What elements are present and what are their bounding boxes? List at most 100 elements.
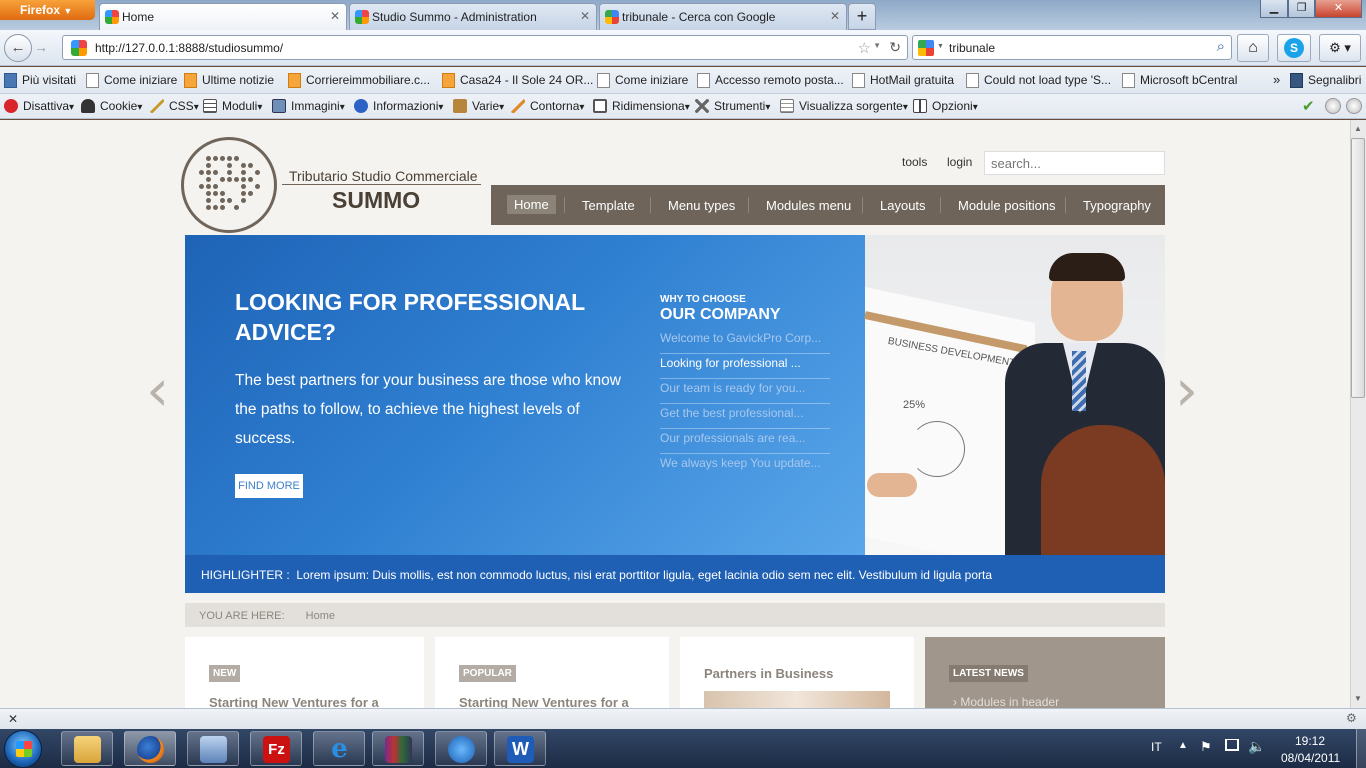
close-window-button[interactable]: ✕: [1315, 0, 1362, 18]
tab-google-search[interactable]: tribunale - Cerca con Google ✕: [599, 3, 847, 30]
bookmark-item[interactable]: Ultime notizie: [184, 73, 274, 89]
menu-item-menu-types[interactable]: Menu types: [668, 198, 735, 213]
reload-icon[interactable]: ↻: [889, 39, 901, 56]
person-hair: [1049, 253, 1125, 281]
slide-link[interactable]: Get the best professional...: [660, 404, 830, 429]
tab-administration[interactable]: Studio Summo - Administration ✕: [349, 3, 597, 30]
taskbar-itunes[interactable]: [435, 731, 487, 766]
news-item[interactable]: › Modules in header: [953, 695, 1059, 709]
new-tab-button[interactable]: +: [848, 3, 876, 30]
bookmark-item[interactable]: Could not load type 'S...: [966, 73, 1111, 89]
bookmarks-menu-button[interactable]: Segnalibri: [1290, 73, 1361, 89]
wd-resize-menu[interactable]: Ridimensiona▾: [593, 99, 690, 113]
highlighter-text[interactable]: Lorem ipsum: Duis mollis, est non commod…: [296, 568, 992, 582]
partners-title[interactable]: Partners in Business: [704, 666, 833, 681]
site-identity-icon[interactable]: [71, 40, 87, 56]
taskbar-winrar[interactable]: [372, 731, 424, 766]
bookmark-item[interactable]: HotMail gratuita: [852, 73, 954, 89]
bookmark-item[interactable]: Microsoft bCentral: [1122, 73, 1237, 89]
engine-dropdown-icon[interactable]: ▼: [937, 43, 944, 50]
forward-button[interactable]: →: [34, 39, 48, 55]
wd-view-source-menu[interactable]: Visualizza sorgente▾: [780, 99, 908, 113]
bookmark-item[interactable]: Più visitati: [4, 73, 76, 89]
wd-images-menu[interactable]: Immagini▾: [272, 99, 345, 113]
language-indicator[interactable]: IT: [1151, 740, 1162, 754]
scroll-down-icon[interactable]: ▼: [1354, 694, 1362, 703]
search-bar[interactable]: ▼ tribunale ⌕: [912, 35, 1232, 60]
close-tab-icon[interactable]: ✕: [830, 9, 840, 23]
wd-css-menu[interactable]: CSS▾: [150, 99, 199, 113]
addon-status-icon[interactable]: ⚙: [1346, 711, 1357, 725]
url-bar[interactable]: http://127.0.0.1:8888/studiosummo/ ☆ ▼ ↻: [62, 35, 908, 60]
bookmark-item[interactable]: Come iniziare: [597, 73, 688, 89]
login-link[interactable]: login: [947, 155, 972, 169]
search-icon[interactable]: ⌕: [1217, 38, 1225, 55]
taskbar-ie[interactable]: e: [313, 731, 365, 766]
menu-item-layouts[interactable]: Layouts: [880, 198, 926, 213]
home-button[interactable]: ⌂: [1237, 34, 1269, 62]
bookmarks-overflow-button[interactable]: »: [1273, 72, 1280, 87]
slider-prev-arrow-icon[interactable]: ‹: [146, 356, 169, 424]
taskbar-explorer[interactable]: [61, 731, 113, 766]
taskbar-firefox[interactable]: [124, 731, 176, 766]
find-more-button[interactable]: FIND MORE: [235, 474, 303, 498]
taskbar-word[interactable]: W: [494, 731, 546, 766]
slide-link[interactable]: Our professionals are rea...: [660, 429, 830, 454]
wd-forms-menu[interactable]: Moduli▾: [203, 99, 262, 113]
minimize-button[interactable]: ▁: [1260, 0, 1288, 18]
tab-home[interactable]: Home ✕: [99, 3, 347, 30]
search-engine-icon[interactable]: [918, 40, 934, 56]
wd-options-menu[interactable]: Opzioni▾: [913, 99, 978, 113]
addon-menu-button[interactable]: ⚙ ▾: [1319, 34, 1361, 62]
skype-button[interactable]: S: [1277, 34, 1311, 62]
slide-link-active[interactable]: Looking for professional ...: [660, 354, 830, 379]
css-status-icon[interactable]: [1325, 98, 1341, 114]
bookmark-star-icon[interactable]: ☆: [858, 39, 871, 57]
wd-disable-menu[interactable]: Disattiva▾: [4, 99, 74, 113]
scrollbar-thumb[interactable]: [1351, 138, 1365, 398]
slide-link[interactable]: We always keep You update...: [660, 454, 830, 479]
close-addon-bar-icon[interactable]: ✕: [8, 712, 18, 726]
close-tab-icon[interactable]: ✕: [580, 9, 590, 23]
menu-item-template[interactable]: Template: [582, 198, 635, 213]
scroll-up-icon[interactable]: ▲: [1354, 124, 1362, 133]
site-logo-mark[interactable]: [181, 137, 277, 233]
wd-outline-menu[interactable]: Contorna▾: [511, 99, 584, 113]
menu-item-typography[interactable]: Typography: [1083, 198, 1151, 213]
menu-item-modules-menu[interactable]: Modules menu: [766, 198, 851, 213]
wd-cookie-menu[interactable]: Cookie▾: [81, 99, 142, 113]
bookmark-item[interactable]: Corriereimmobiliare.c...: [288, 73, 430, 89]
history-dropdown-icon[interactable]: ▼: [873, 41, 881, 50]
logo-title[interactable]: SUMMO: [332, 187, 420, 214]
bookmark-item[interactable]: Accesso remoto posta...: [697, 73, 844, 89]
site-search-input[interactable]: [984, 151, 1165, 175]
taskbar-filezilla[interactable]: Fz: [250, 731, 302, 766]
slide-link[interactable]: Our team is ready for you...: [660, 379, 830, 404]
validation-check-icon[interactable]: ✔: [1302, 97, 1315, 115]
slide-link[interactable]: Welcome to GavickPro Corp...: [660, 329, 830, 354]
network-icon[interactable]: [1225, 739, 1239, 751]
wd-tools-menu[interactable]: Strumenti▾: [695, 99, 770, 113]
clock-time[interactable]: 19:12: [1295, 734, 1325, 748]
bookmark-item[interactable]: Come iniziare: [86, 73, 177, 89]
breadcrumb-home-link[interactable]: Home: [306, 610, 335, 622]
wd-information-menu[interactable]: Informazioni▾: [354, 99, 443, 113]
bookmark-item[interactable]: Casa24 - Il Sole 24 OR...: [442, 73, 593, 89]
clock-date[interactable]: 08/04/2011: [1281, 751, 1340, 765]
taskbar-app[interactable]: [187, 731, 239, 766]
menu-item-home[interactable]: Home: [507, 195, 556, 214]
show-hidden-icons[interactable]: ▲: [1178, 740, 1188, 751]
slider-next-arrow-icon[interactable]: ›: [1175, 356, 1198, 424]
action-center-flag-icon[interactable]: ⚑: [1200, 739, 1212, 755]
wd-misc-menu[interactable]: Varie▾: [453, 99, 504, 113]
tools-link[interactable]: tools: [902, 155, 927, 169]
show-desktop-button[interactable]: [1356, 729, 1366, 768]
maximize-button[interactable]: ❐: [1288, 0, 1315, 18]
back-button[interactable]: ←: [4, 34, 32, 62]
js-status-icon[interactable]: [1346, 98, 1362, 114]
firefox-menu-button[interactable]: Firefox ▼: [0, 0, 95, 20]
menu-item-module-positions[interactable]: Module positions: [958, 198, 1056, 213]
volume-icon[interactable]: 🔈: [1248, 738, 1265, 755]
start-button[interactable]: [4, 730, 42, 768]
close-tab-icon[interactable]: ✕: [330, 9, 340, 23]
